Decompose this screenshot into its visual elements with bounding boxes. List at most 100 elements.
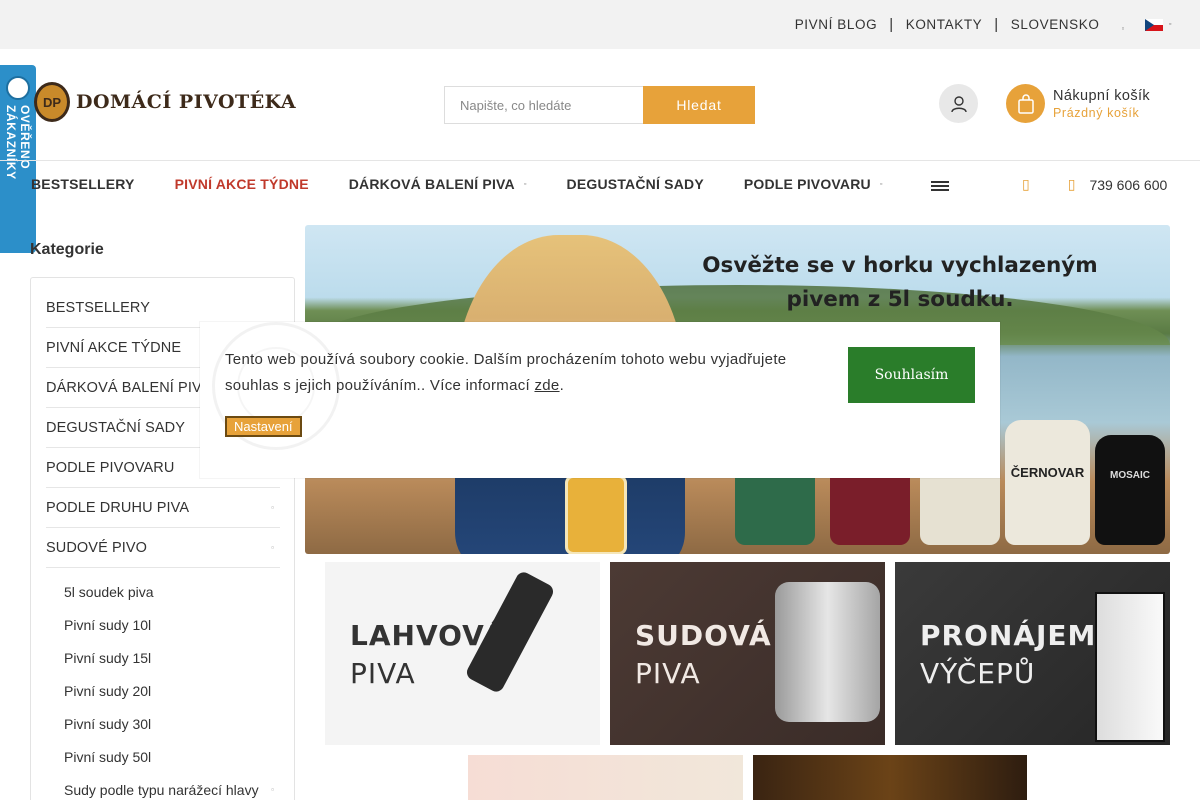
- nav-item-weekly-deals[interactable]: PIVNÍ AKCE TÝDNE: [175, 176, 309, 192]
- cart[interactable]: Nákupní košík Prázdný košík: [1006, 84, 1150, 123]
- sidebar-item-label: PODLE PIVOVARU: [46, 459, 175, 476]
- tile-keg-beer[interactable]: SUDOVÁ PIVA: [610, 562, 885, 745]
- tile-bar[interactable]: [753, 755, 1027, 800]
- nav-item-tasting-sets[interactable]: DEGUSTAČNÍ SADY: [567, 176, 704, 192]
- keg-image: [775, 582, 880, 722]
- tile-title-line: PRONÁJEM: [920, 619, 1097, 652]
- keg-label: MOSAIC: [1110, 470, 1150, 481]
- search-bar: Hledat: [444, 86, 755, 124]
- top-link-contacts[interactable]: KONTAKTY: [906, 17, 983, 32]
- header-divider: [0, 160, 1200, 161]
- subcategory-label: Pivní sudy 30l: [64, 715, 152, 732]
- top-links: PIVNÍ BLOG | KONTAKTY | SLOVENSKO ▫ ▫: [795, 16, 1172, 33]
- top-bar: PIVNÍ BLOG | KONTAKTY | SLOVENSKO ▫ ▫: [0, 0, 1200, 49]
- beer-glass-image: [565, 475, 627, 554]
- chevron-down-icon: ▫: [271, 543, 274, 552]
- subcategory-item[interactable]: 5l soudek piva: [46, 575, 280, 608]
- separator: |: [994, 16, 999, 33]
- logo[interactable]: DP DOMÁCÍ PIVOTÉKA: [34, 82, 296, 122]
- mail-icon[interactable]: ▯: [1022, 176, 1030, 193]
- chevron-down-icon: ▫: [523, 180, 527, 188]
- nav-item-label: DEGUSTAČNÍ SADY: [566, 176, 704, 192]
- nav-contact: ▯ ▯ 739 606 600: [1022, 176, 1167, 193]
- subcategory-item[interactable]: Pivní sudy 15l: [46, 641, 280, 674]
- keg-subcategory-list: 5l soudek piva Pivní sudy 10l Pivní sudy…: [46, 568, 280, 800]
- phone-number[interactable]: 739 606 600: [1089, 177, 1167, 193]
- subcategory-item[interactable]: Pivní sudy 10l: [46, 608, 280, 641]
- cookie-message-end: .: [559, 377, 565, 394]
- tile-tap-rental[interactable]: PRONÁJEM VÝČEPŮ: [895, 562, 1170, 745]
- cart-title: Nákupní košík: [1053, 87, 1151, 104]
- cookie-settings-button[interactable]: Nastavení: [225, 416, 302, 437]
- cookie-more-info-link[interactable]: zde: [534, 377, 559, 394]
- cart-status: Prázdný košík: [1053, 105, 1140, 120]
- cookie-message: Tento web používá soubory cookie. Dalším…: [225, 347, 825, 399]
- subcategory-item[interactable]: Pivní sudy 30l: [46, 707, 280, 740]
- shopping-bag-icon: [1006, 84, 1045, 123]
- subcategory-item[interactable]: Pivní sudy 20l: [46, 674, 280, 707]
- tile-title-line: SUDOVÁ: [635, 619, 772, 652]
- tile-title-line: VÝČEPŮ: [920, 657, 1036, 690]
- sidebar-title: Kategorie: [30, 241, 104, 258]
- top-link-blog[interactable]: PIVNÍ BLOG: [795, 17, 878, 32]
- subcategory-item[interactable]: Pivní sudy 50l: [46, 740, 280, 773]
- verified-badge-label: OVĚŘENO ZÁKAZNÍKY: [4, 105, 32, 180]
- banner-headline-line: pivem z 5l soudku.: [786, 287, 1014, 312]
- chevron-right-icon: ▫: [271, 785, 274, 794]
- cart-text: Nákupní košík Prázdný košík: [1053, 88, 1150, 120]
- subcategory-label: Pivní sudy 50l: [64, 748, 152, 765]
- hamburger-icon[interactable]: [931, 179, 949, 197]
- sidebar-item-label: PODLE DRUHU PIVA: [46, 499, 190, 516]
- nav-item-bestsellers[interactable]: BESTSELLERY: [31, 176, 135, 192]
- tile-bottled-beer[interactable]: LAHVOVÁ PIVA: [325, 562, 600, 745]
- subcategory-item[interactable]: Sudy podle typu narážecí hlavy ▫: [46, 773, 280, 800]
- verified-badge[interactable]: OVĚŘENO ZÁKAZNÍKY: [0, 65, 36, 253]
- sidebar-item-label: DEGUSTAČNÍ SADY: [46, 419, 186, 436]
- keg-image: ČERNOVAR: [1005, 420, 1090, 545]
- main-nav: BESTSELLERY PIVNÍ AKCE TÝDNE DÁRKOVÁ BAL…: [31, 176, 923, 192]
- czech-flag-icon[interactable]: [1144, 18, 1163, 31]
- tile-title: PRONÁJEM VÝČEPŮ: [920, 617, 1096, 693]
- chevron-right-icon: ▫: [271, 503, 274, 512]
- sidebar-item-label: SUDOVÉ PIVO: [46, 539, 148, 556]
- nav-item-label: PIVNÍ AKCE TÝDNE: [174, 176, 309, 192]
- user-icon: [950, 95, 967, 112]
- cookie-message-text: Tento web používá soubory cookie. Dalším…: [225, 351, 787, 394]
- nav-item-label: PODLE PIVOVARU: [743, 176, 871, 192]
- chevron-down-icon[interactable]: ▫: [1169, 21, 1172, 28]
- cookie-agree-button[interactable]: Souhlasím: [848, 347, 975, 403]
- subcategory-label: 5l soudek piva: [64, 583, 154, 600]
- nav-item-label: DÁRKOVÁ BALENÍ PIVA: [348, 176, 515, 192]
- nav-item-gift-packs[interactable]: DÁRKOVÁ BALENÍ PIVA ▫: [349, 176, 527, 192]
- subcategory-label: Pivní sudy 20l: [64, 682, 152, 699]
- phone-icon: ▯: [1067, 176, 1076, 192]
- account-button[interactable]: [939, 84, 978, 123]
- sidebar-item-label: DÁRKOVÁ BALENÍ PIVA: [46, 379, 211, 396]
- search-input[interactable]: [444, 86, 643, 124]
- search-button[interactable]: Hledat: [643, 86, 755, 124]
- keg-label: ČERNOVAR: [1010, 465, 1085, 480]
- sidebar-item-label: PIVNÍ AKCE TÝDNE: [46, 339, 182, 356]
- tile-title-line: PIVA: [635, 657, 701, 690]
- sidebar-item-keg-beer[interactable]: SUDOVÉ PIVO ▫: [46, 528, 280, 568]
- verified-seal-icon: [6, 76, 30, 100]
- separator: |: [889, 16, 894, 33]
- sidebar-item-label: BESTSELLERY: [46, 299, 150, 316]
- tile-title: SUDOVÁ PIVA: [635, 617, 772, 693]
- subcategory-label: Pivní sudy 10l: [64, 616, 152, 633]
- top-link-slovakia[interactable]: SLOVENSKO: [1011, 17, 1100, 32]
- nav-item-label: BESTSELLERY: [31, 176, 135, 192]
- sidebar-item-by-type[interactable]: PODLE DRUHU PIVA ▫: [46, 488, 280, 528]
- logo-mark: DP: [34, 82, 70, 122]
- subcategory-label: Sudy podle typu narážecí hlavy: [64, 781, 259, 798]
- keg-image: MOSAIC: [1095, 435, 1165, 545]
- nav-item-by-brewery[interactable]: PODLE PIVOVARU ▫: [744, 176, 883, 192]
- tile-cans[interactable]: [468, 755, 743, 800]
- banner-headline-line: Osvěžte se v horku vychlazeným: [702, 253, 1098, 278]
- chevron-down-icon: ▫: [879, 180, 883, 188]
- dot-icon: ▫: [1121, 24, 1125, 33]
- logo-text: DOMÁCÍ PIVOTÉKA: [76, 91, 297, 113]
- subcategory-label: Pivní sudy 15l: [64, 649, 152, 666]
- beer-tap-image: [1095, 592, 1165, 742]
- banner-headline: Osvěžte se v horku vychlazeným pivem z 5…: [690, 249, 1110, 317]
